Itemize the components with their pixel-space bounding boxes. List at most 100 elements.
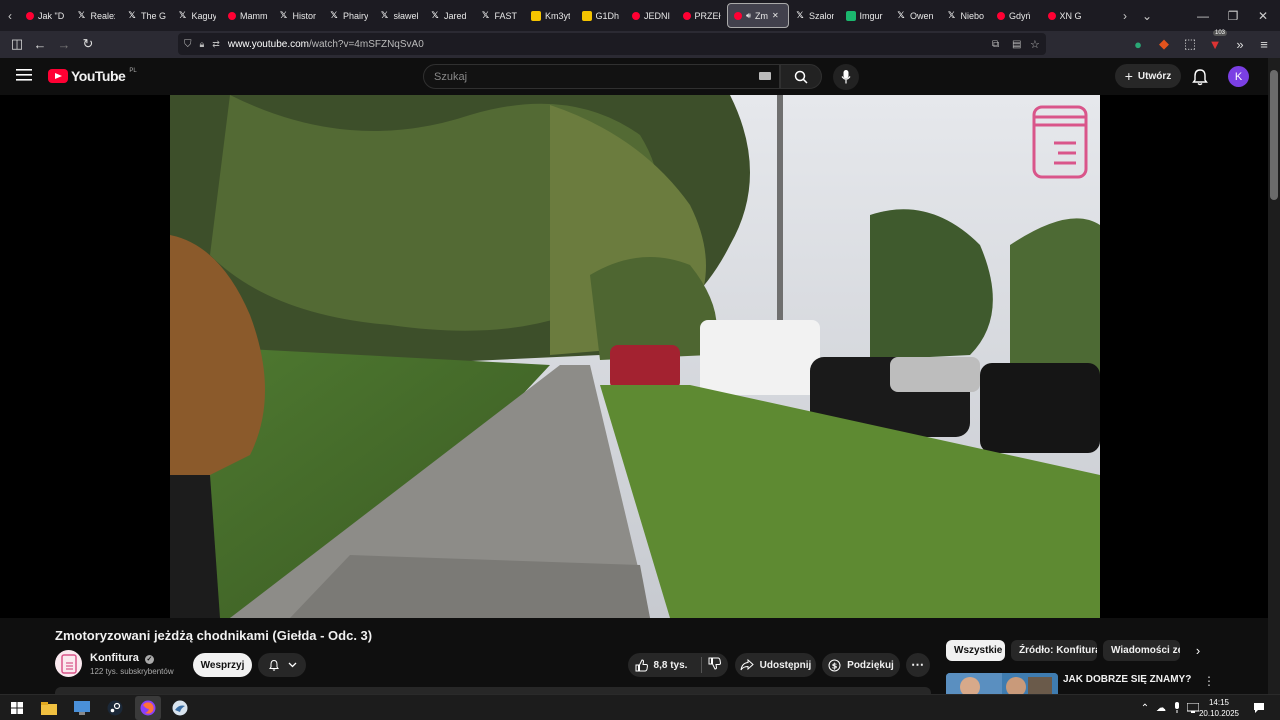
firefox-icon[interactable]: [135, 696, 161, 720]
chips-next-chevron-icon[interactable]: ›: [1191, 644, 1205, 658]
browser-tab[interactable]: PRZEł: [677, 0, 728, 31]
maximize-icon[interactable]: ❐: [1224, 0, 1242, 31]
browser-tab[interactable]: 𝕏 The Gr: [121, 0, 172, 31]
x-icon: 𝕏: [481, 10, 490, 21]
browser-tab[interactable]: 𝕏 Owen: [890, 0, 941, 31]
tab-list-chevron-icon[interactable]: ⌄: [1138, 0, 1156, 31]
browser-tab[interactable]: JEDNI: [626, 0, 677, 31]
shield-icon[interactable]: ⛉: [184, 39, 192, 50]
search-placeholder: Szukaj: [434, 70, 468, 83]
chip-all[interactable]: Wszystkie: [946, 640, 1005, 661]
account-avatar[interactable]: K: [1228, 66, 1249, 87]
forward-icon[interactable]: →: [52, 32, 76, 56]
like-button[interactable]: 8,8 tys.: [635, 658, 687, 672]
audio-playing-icon[interactable]: 🔊︎: [746, 11, 751, 21]
browser-tab[interactable]: 𝕏 Szalon: [789, 0, 840, 31]
system-clock[interactable]: 14:15 20.10.2025: [1196, 697, 1242, 719]
thumbs-down-icon: [708, 657, 722, 670]
reader-view-icon[interactable]: ▤: [1012, 39, 1021, 50]
dislike-button[interactable]: [708, 657, 722, 673]
extensions-icon[interactable]: ⬚: [1178, 32, 1202, 56]
video-frame[interactable]: [170, 95, 1100, 618]
chip-source-channel[interactable]: Źródło: Konfitura: [1011, 640, 1097, 661]
steam-icon[interactable]: [106, 699, 124, 717]
close-window-icon[interactable]: ✕: [1254, 0, 1272, 31]
x-icon: 𝕏: [279, 10, 288, 21]
browser-tab[interactable]: Jak "D: [20, 0, 71, 31]
browser-tab[interactable]: 𝕏 Kaguy: [172, 0, 223, 31]
tab-scroll-left-icon[interactable]: ‹: [0, 0, 20, 31]
close-tab-icon[interactable]: ✕: [772, 11, 779, 20]
file-explorer-icon[interactable]: [40, 699, 58, 717]
channel-name[interactable]: Konfitura ✓: [90, 652, 154, 664]
browser-tab[interactable]: XN G: [1042, 0, 1093, 31]
menu-hamburger-icon[interactable]: ≡: [1252, 32, 1276, 56]
tab-label: Kaguy: [191, 10, 217, 21]
youtube-icon: [1047, 11, 1056, 20]
support-button[interactable]: Wesprzyj: [193, 653, 252, 677]
description-box[interactable]: [55, 687, 931, 694]
thanks-button[interactable]: $ Podziękuj: [822, 653, 900, 677]
reload-icon[interactable]: ↻: [76, 32, 100, 56]
youtube-logo[interactable]: YouTube PL: [48, 68, 137, 84]
browser-tab[interactable]: 𝕏 Histor: [273, 0, 324, 31]
more-actions-button[interactable]: ⋯: [906, 653, 930, 677]
browser-tab[interactable]: 🔊︎ Zm ✕: [727, 3, 789, 28]
guide-menu-icon[interactable]: [16, 68, 32, 82]
url-bar[interactable]: ⛉ 🔒︎ ⇄ www.youtube.com/watch?v=4mSFZNqSv…: [178, 33, 1046, 55]
x-icon: 𝕏: [796, 10, 804, 21]
notification-center-icon[interactable]: [1250, 699, 1268, 717]
recommendation-thumbnail[interactable]: [946, 673, 1058, 694]
search-button[interactable]: [780, 64, 822, 89]
overflow-chevron-icon[interactable]: »: [1228, 32, 1252, 56]
like-dislike-group: 8,8 tys.: [628, 653, 728, 677]
picture-in-picture-icon[interactable]: ⧉: [992, 39, 999, 50]
tab-label: FAST I: [494, 10, 520, 21]
notification-settings-button[interactable]: [258, 653, 306, 677]
share-button[interactable]: Udostępnij: [735, 653, 816, 677]
channel-avatar[interactable]: [55, 650, 82, 677]
x-icon: 𝕏: [77, 10, 86, 21]
extension-fox-icon[interactable]: ◆: [1152, 32, 1176, 56]
scrollbar-thumb[interactable]: [1270, 70, 1278, 200]
sidebar-toggle-icon[interactable]: ◫: [5, 32, 29, 56]
browser-tab[interactable]: 𝕏 Phairy: [323, 0, 374, 31]
browser-tab[interactable]: Mamm: [222, 0, 273, 31]
verified-check-icon: ✓: [144, 655, 154, 664]
chip-news[interactable]: Wiadomości ze: [1103, 640, 1180, 661]
bell-icon: [268, 659, 279, 671]
windows-start-icon[interactable]: [8, 699, 26, 717]
tab-label: Gdyń: [1009, 10, 1031, 21]
country-code: PL: [129, 68, 137, 74]
page-scrollbar[interactable]: [1268, 58, 1280, 694]
browser-tab[interactable]: G1Dh: [576, 0, 627, 31]
notifications-bell-icon[interactable]: [1190, 67, 1210, 87]
back-icon[interactable]: ←: [28, 32, 52, 56]
control-panel-icon[interactable]: [73, 699, 91, 717]
x-icon: 𝕏: [947, 10, 956, 21]
keyboard-icon[interactable]: [759, 72, 771, 80]
app-bird-icon[interactable]: [171, 699, 189, 717]
minimize-icon[interactable]: —: [1194, 0, 1212, 31]
permissions-icon[interactable]: ⇄: [212, 39, 220, 50]
tab-scroll-right-icon[interactable]: ›: [1118, 0, 1132, 31]
browser-tab[interactable]: 𝕏 Jared: [424, 0, 475, 31]
bookmark-star-icon[interactable]: ☆: [1030, 38, 1040, 51]
create-button[interactable]: + Utwórz: [1115, 64, 1181, 88]
browser-tab[interactable]: 𝕏 FAST I: [475, 0, 526, 31]
extension-ublock-icon[interactable]: ▼ 103: [1203, 30, 1228, 56]
browser-tab[interactable]: Gdyń: [991, 0, 1042, 31]
recommendation-title[interactable]: JAK DOBRZE SIĘ ZNAMY?: [1063, 674, 1191, 685]
video-player[interactable]: [0, 95, 1268, 618]
recommendation-menu-icon[interactable]: ⋮: [1203, 674, 1215, 688]
youtube-icon: [734, 11, 742, 20]
browser-tab[interactable]: Imgur: [840, 0, 891, 31]
voice-search-button[interactable]: [833, 64, 859, 90]
browser-tab[interactable]: 𝕏sławek: [374, 0, 425, 31]
browser-tab[interactable]: Km3yt: [525, 0, 576, 31]
extension-vpn-icon[interactable]: ●: [1126, 32, 1150, 56]
windows-taskbar: ⌃ ☁ 14:15 20.10.2025: [0, 694, 1280, 720]
browser-tab[interactable]: 𝕏 Niebo: [941, 0, 992, 31]
search-input[interactable]: Szukaj: [423, 64, 780, 89]
browser-tab[interactable]: 𝕏 Realex: [71, 0, 122, 31]
